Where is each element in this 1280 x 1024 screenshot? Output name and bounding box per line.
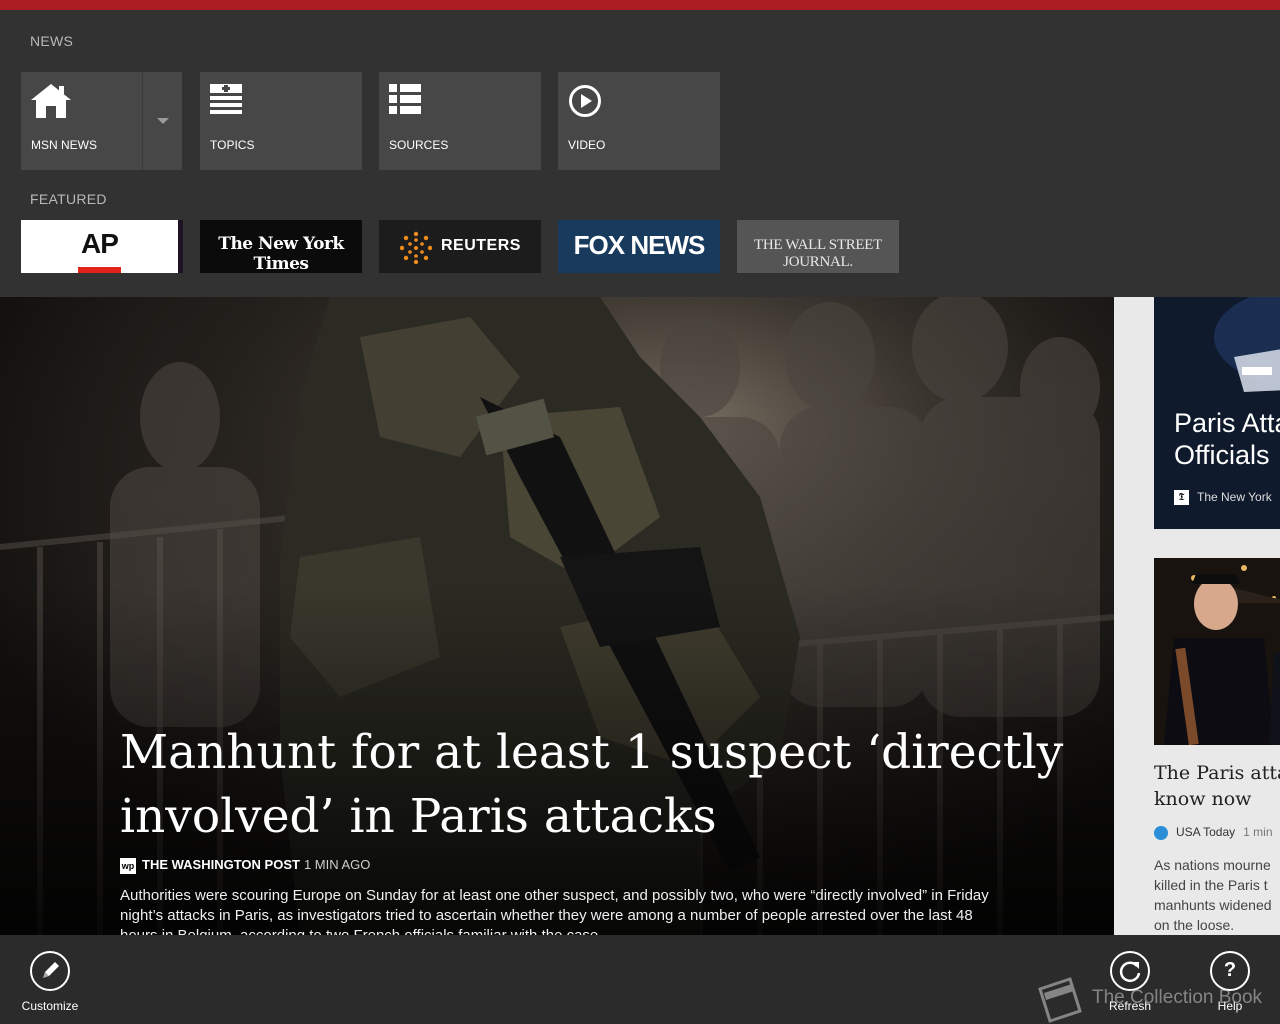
usa-today-icon — [1154, 825, 1168, 840]
featured-source-ap[interactable]: AP — [21, 220, 183, 273]
hero-source: THE WASHINGTON POST — [142, 857, 300, 872]
pencil-icon — [30, 951, 70, 991]
side-story-2-source: USA Today 1 min — [1154, 825, 1273, 840]
washington-post-icon: wp — [120, 857, 136, 874]
side-story-column: Paris Atta Officials 𝕿 The New York The P… — [1114, 297, 1280, 935]
ap-logo-bar — [78, 267, 121, 273]
watermark: The Collection Book — [1030, 975, 1280, 1023]
nyt-icon: 𝕿 — [1174, 490, 1189, 506]
side-story-1-title: Paris Atta Officials — [1174, 408, 1280, 470]
side-story-2-body: As nations mourne killed in the Paris t … — [1154, 857, 1272, 933]
customize-button[interactable]: Customize — [10, 951, 90, 1013]
side-story-card-1[interactable]: Paris Atta Officials 𝕿 The New York — [1154, 297, 1280, 529]
news-section-label: NEWS — [30, 33, 74, 49]
featured-section-label: FEATURED — [30, 191, 107, 207]
featured-source-nyt[interactable]: The New York Times — [200, 220, 362, 273]
hero-timestamp: 1 MIN AGO — [303, 857, 371, 872]
msn-news-tile[interactable]: MSN NEWS — [21, 72, 142, 170]
fox-news-logo: FOX NEWS — [573, 230, 706, 260]
chevron-down-icon — [157, 118, 169, 124]
video-label: VIDEO — [568, 138, 606, 152]
list-icon — [389, 84, 421, 121]
nyt-logo: The New York Times — [218, 234, 344, 273]
watermark-text: The Collection Book — [1092, 987, 1263, 1008]
reuters-logo: REUTERS — [441, 237, 521, 254]
side-story-2-title[interactable]: The Paris atta know now — [1154, 760, 1280, 812]
side-story-1-source: 𝕿 The New York — [1174, 490, 1272, 506]
video-tile[interactable]: VIDEO — [558, 72, 720, 170]
msn-news-dropdown-button[interactable] — [142, 72, 182, 170]
home-icon — [31, 84, 71, 123]
hero-headline[interactable]: Manhunt for at least 1 suspect ‘directly… — [120, 721, 1080, 849]
sources-label: SOURCES — [389, 138, 449, 152]
topics-label: TOPICS — [210, 138, 255, 152]
side-story-2-photo[interactable] — [1154, 558, 1280, 745]
hero-story[interactable]: Manhunt for at least 1 suspect ‘directly… — [0, 297, 1114, 935]
topics-icon — [210, 84, 242, 121]
msn-news-label: MSN NEWS — [31, 138, 97, 152]
reuters-logo-mark — [399, 231, 433, 265]
featured-source-wsj[interactable]: THE WALL STREET JOURNAL. — [737, 220, 899, 273]
ap-logo: AP — [81, 228, 119, 259]
hero-summary: Authorities were scouring Europe on Sund… — [120, 887, 989, 935]
wsj-logo: THE WALL STREET JOURNAL. — [754, 237, 882, 270]
side-story-2-timestamp: 1 min — [1243, 825, 1273, 839]
topics-tile[interactable]: TOPICS — [200, 72, 362, 170]
featured-source-fox[interactable]: FOX NEWS — [558, 220, 720, 273]
hero-meta: wp THE WASHINGTON POST 1 MIN AGO — [120, 857, 370, 874]
book-icon — [1038, 977, 1082, 1023]
featured-source-reuters[interactable]: REUTERS — [379, 220, 541, 273]
customize-label: Customize — [21, 999, 79, 1013]
sources-tile[interactable]: SOURCES — [379, 72, 541, 170]
app-accent-bar — [0, 0, 1280, 10]
play-icon — [568, 84, 602, 123]
